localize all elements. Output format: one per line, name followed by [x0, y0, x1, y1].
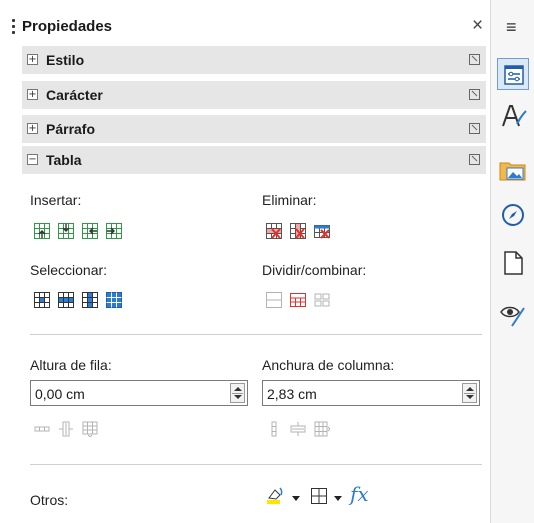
- expand-icon[interactable]: +: [27, 123, 38, 134]
- properties-tab-icon[interactable]: [497, 58, 529, 90]
- section-header-caracter[interactable]: + Carácter: [22, 81, 486, 109]
- borders-icon[interactable]: [310, 487, 328, 505]
- delete-label: Eliminar:: [262, 192, 317, 208]
- optimal-row-height-icon: [58, 421, 74, 437]
- more-options-icon[interactable]: [469, 54, 480, 65]
- properties-panel: Propiedades × + Estilo + Carácter + Párr…: [0, 0, 490, 523]
- formula-icon[interactable]: fx: [350, 482, 380, 508]
- insert-columns-after-icon[interactable]: [106, 223, 122, 239]
- navigator-tab-icon[interactable]: [497, 199, 529, 231]
- table-cell-background-icon[interactable]: [266, 485, 286, 505]
- section-header-estilo[interactable]: + Estilo: [22, 46, 486, 74]
- delete-columns-icon[interactable]: [290, 223, 306, 239]
- insert-rows-below-icon[interactable]: [58, 223, 74, 239]
- section-label: Tabla: [46, 152, 82, 168]
- split-merge-label: Dividir/combinar:: [262, 262, 367, 278]
- close-panel-button[interactable]: ×: [472, 15, 483, 37]
- merge-cells-icon: [266, 292, 282, 308]
- delete-rows-icon[interactable]: [266, 223, 282, 239]
- section-label: Estilo: [46, 52, 85, 68]
- panel-title: Propiedades: [22, 18, 113, 35]
- panel-grip-handle[interactable]: [12, 19, 15, 35]
- column-width-label: Anchura de columna:: [262, 357, 395, 373]
- distribute-rows-icon: [82, 421, 98, 437]
- expand-icon[interactable]: +: [27, 89, 38, 100]
- select-table-icon[interactable]: [106, 292, 122, 308]
- select-row-icon[interactable]: [58, 292, 74, 308]
- style-inspector-tab-icon[interactable]: [497, 298, 529, 330]
- optimal-column-width-icon: [290, 421, 306, 437]
- distribute-columns-icon: [314, 421, 330, 437]
- row-height-stepper-icon[interactable]: [230, 383, 245, 403]
- more-options-icon[interactable]: [469, 154, 480, 165]
- row-height-spinner[interactable]: 0,00 cm: [30, 380, 248, 406]
- insert-rows-above-icon[interactable]: [34, 223, 50, 239]
- select-column-icon[interactable]: [82, 292, 98, 308]
- split-table-icon: [314, 292, 330, 308]
- delete-table-icon[interactable]: [314, 223, 330, 239]
- expand-icon[interactable]: +: [27, 54, 38, 65]
- select-label: Seleccionar:: [30, 262, 108, 278]
- insert-label: Insertar:: [30, 192, 82, 208]
- more-options-icon[interactable]: [469, 123, 480, 134]
- borders-dropdown-icon[interactable]: [334, 496, 342, 501]
- section-label: Párrafo: [46, 121, 96, 137]
- row-height-label: Altura de fila:: [30, 357, 112, 373]
- section-label: Carácter: [46, 87, 103, 103]
- more-options-icon[interactable]: [469, 89, 480, 100]
- separator: [30, 464, 482, 465]
- split-cells-icon[interactable]: [290, 292, 306, 308]
- section-header-tabla[interactable]: − Tabla: [22, 146, 486, 174]
- column-width-spinner[interactable]: 2,83 cm: [262, 380, 480, 406]
- minimal-row-height-icon: [34, 421, 50, 437]
- row-height-value[interactable]: 0,00 cm: [35, 386, 85, 402]
- column-width-stepper-icon[interactable]: [462, 383, 477, 403]
- styles-tab-icon[interactable]: [497, 100, 529, 132]
- column-width-value[interactable]: 2,83 cm: [267, 386, 317, 402]
- page-tab-icon[interactable]: [497, 247, 529, 279]
- cell-background-dropdown-icon[interactable]: [292, 496, 300, 501]
- gallery-tab-icon[interactable]: [497, 154, 529, 186]
- separator: [30, 334, 482, 335]
- insert-columns-before-icon[interactable]: [82, 223, 98, 239]
- section-header-parrafo[interactable]: + Párrafo: [22, 115, 486, 143]
- minimal-column-width-icon: [266, 421, 282, 437]
- other-label: Otros:: [30, 492, 69, 508]
- sidebar-menu-button[interactable]: ≡: [506, 17, 517, 38]
- select-cell-icon[interactable]: [34, 292, 50, 308]
- collapse-icon[interactable]: −: [27, 154, 38, 165]
